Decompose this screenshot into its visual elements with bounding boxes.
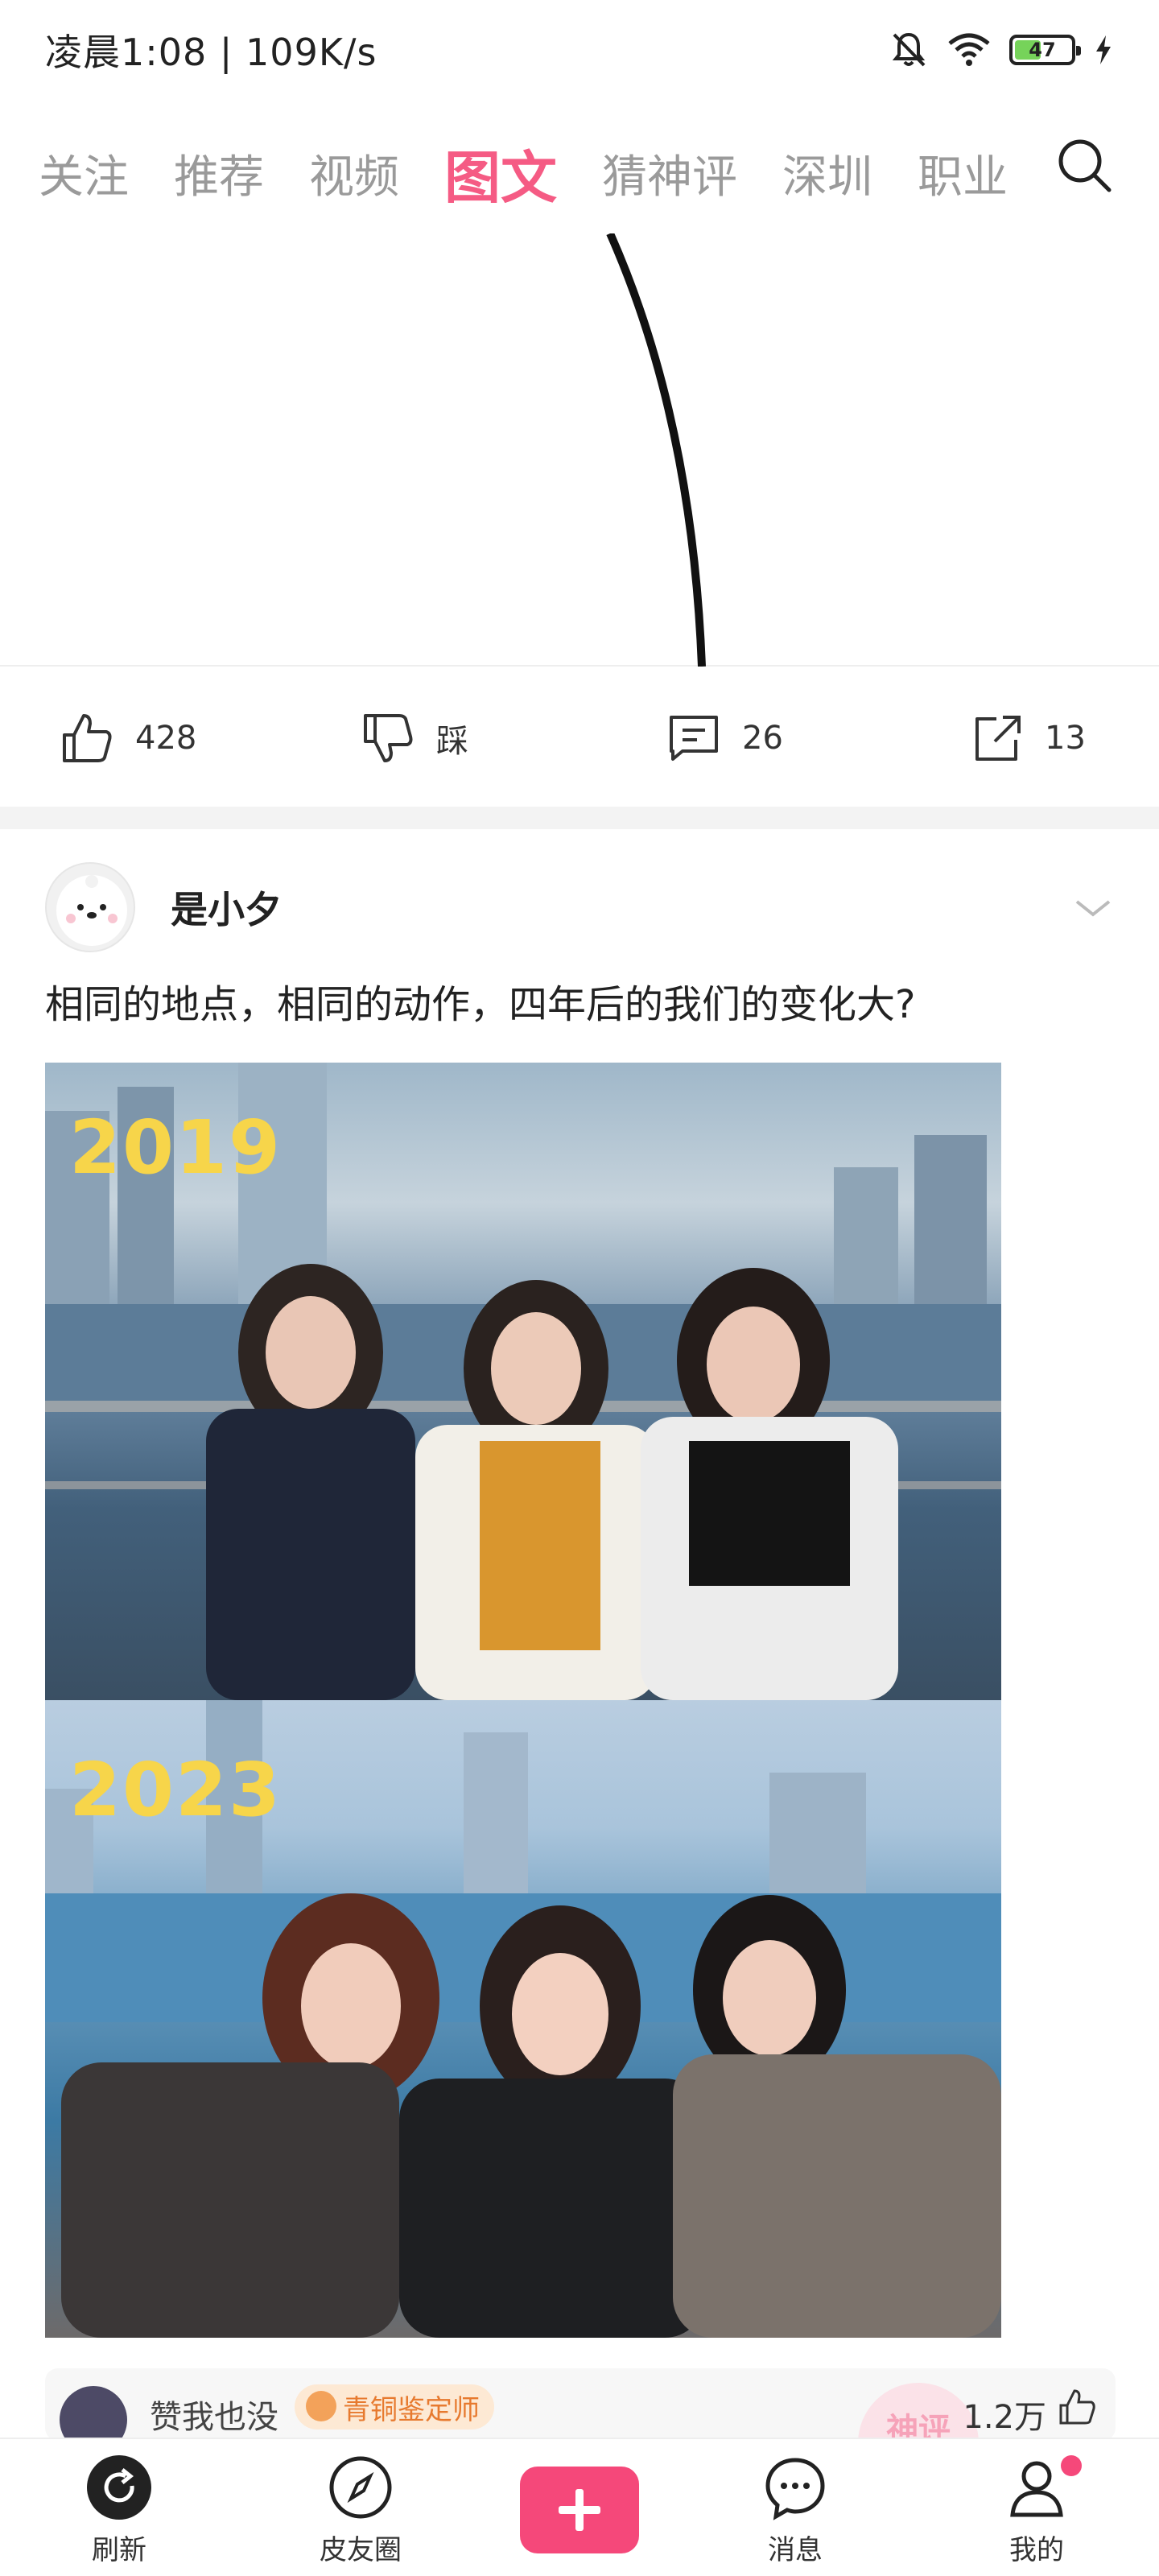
nav-friend-circle[interactable]: 皮友圈	[280, 2454, 441, 2567]
feed-divider	[0, 807, 1159, 829]
app-screen: 凌晨1:08 | 109K/s 47 关注 推荐 视频 图文 猜神评 深圳 职业…	[0, 0, 1159, 2576]
notification-dot	[1061, 2455, 1082, 2476]
nav-messages-label: 消息	[768, 2534, 823, 2566]
chat-bubble-icon	[765, 2458, 825, 2520]
commenter-name[interactable]: 赞我也没	[150, 2391, 278, 2438]
comment-like-count: 1.2万	[963, 2399, 1046, 2436]
post-action-bar: 428 踩 26 13	[0, 686, 1159, 791]
nav-messages[interactable]: 消息	[715, 2454, 876, 2567]
thumbs-down-icon	[364, 714, 413, 762]
author-name[interactable]: 是小夕	[171, 881, 282, 934]
thumbs-up-icon	[63, 714, 112, 762]
tab-career[interactable]: 职业	[918, 141, 1008, 206]
post-text[interactable]: 相同的地点，相同的动作，四年后的我们的变化大?	[45, 972, 1124, 1037]
tab-shenzhen[interactable]: 深圳	[782, 141, 872, 206]
commenter-badge-label: 青铜鉴定师	[343, 2394, 480, 2426]
tab-video[interactable]: 视频	[309, 141, 399, 206]
status-icons: 47	[889, 30, 1114, 70]
plus-icon	[559, 2489, 600, 2531]
share-icon	[975, 716, 1021, 761]
commenter-badge: 青铜鉴定师	[295, 2384, 494, 2429]
dislike-button[interactable]: 踩	[359, 709, 468, 767]
tab-recommend[interactable]: 推荐	[174, 141, 264, 206]
search-icon[interactable]	[1053, 134, 1117, 198]
compass-icon	[329, 2456, 392, 2519]
tab-image-text[interactable]: 图文	[444, 133, 557, 214]
create-post-button[interactable]	[520, 2467, 639, 2553]
bell-muted-icon	[892, 32, 926, 67]
commenter-avatar[interactable]	[60, 2386, 127, 2441]
tab-guess-comment[interactable]: 猜神评	[602, 141, 737, 206]
year-label-2019: 2019	[69, 1104, 283, 1191]
comment-count: 26	[742, 720, 783, 757]
photo-2019: 2019	[45, 1063, 1001, 1700]
medal-icon	[306, 2391, 336, 2421]
category-tabs: 关注 推荐 视频 图文 猜神评 深圳 职业	[0, 121, 1159, 225]
post-photo[interactable]: 2019 2023	[45, 1063, 1001, 2338]
post-author-row: 是小夕	[45, 861, 1116, 953]
chevron-down-icon[interactable]	[1070, 886, 1116, 931]
charging-bolt-icon	[1096, 35, 1111, 64]
share-count: 13	[1045, 720, 1086, 757]
nav-refresh[interactable]: 刷新	[39, 2454, 200, 2567]
status-time-speed: 凌晨1:08 | 109K/s	[45, 31, 377, 74]
year-label-2023: 2023	[69, 1747, 283, 1833]
nav-refresh-label: 刷新	[92, 2534, 146, 2566]
seal-avatar-icon	[56, 875, 127, 946]
photo-2023: 2023	[45, 1700, 1001, 2338]
dislike-label: 踩	[436, 723, 468, 760]
author-avatar[interactable]	[45, 862, 135, 952]
top-comment-preview[interactable]: 赞我也没 青铜鉴定师 神评 1.2万	[45, 2368, 1116, 2441]
curve-drawing-image	[606, 231, 706, 667]
status-bar: 凌晨1:08 | 109K/s 47	[0, 0, 1159, 100]
previous-post-image[interactable]	[0, 231, 1159, 667]
like-count: 428	[135, 720, 197, 757]
wifi-icon	[948, 33, 990, 66]
nav-profile[interactable]: 我的	[956, 2454, 1117, 2567]
tab-follow[interactable]: 关注	[39, 141, 129, 206]
thumbs-up-icon[interactable]	[1056, 2386, 1098, 2428]
bottom-navigation: 刷新 皮友圈 消息 我的	[0, 2438, 1159, 2576]
battery-level-text: 47	[1029, 39, 1056, 61]
god-comment-stamp: 神评	[858, 2383, 979, 2441]
nav-friend-circle-label: 皮友圈	[320, 2534, 402, 2566]
nav-profile-label: 我的	[1009, 2534, 1064, 2566]
comment-button[interactable]: 26	[665, 709, 783, 767]
comment-icon	[670, 716, 718, 761]
battery-indicator: 47	[1009, 35, 1081, 65]
like-button[interactable]: 428	[58, 709, 196, 767]
refresh-icon	[87, 2455, 151, 2520]
share-button[interactable]: 13	[967, 709, 1086, 767]
